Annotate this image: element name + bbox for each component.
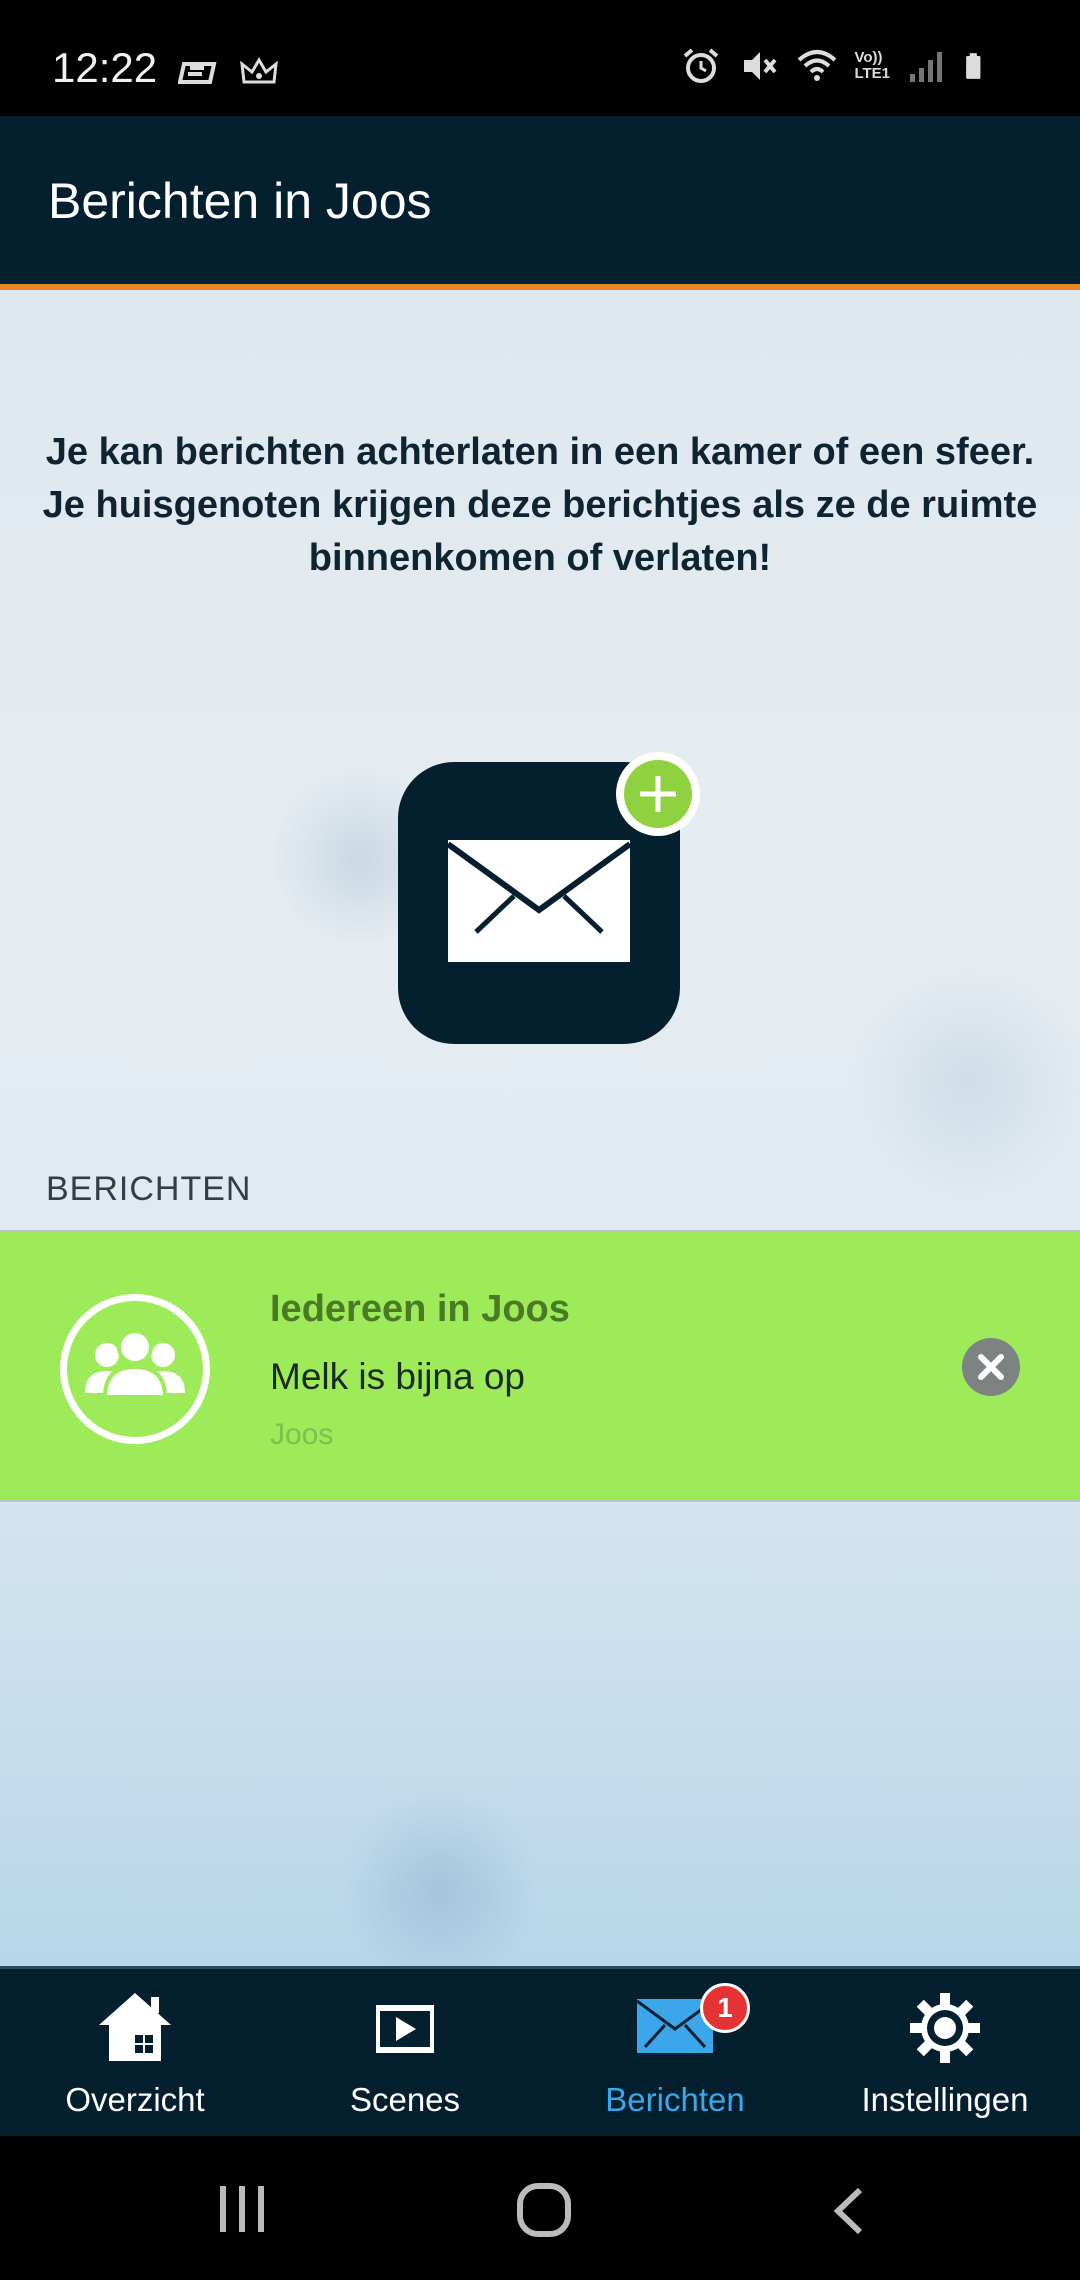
wifi-icon <box>798 50 837 81</box>
nav-item-scenes[interactable]: Scenes <box>270 1969 540 2139</box>
app-bar: Berichten in Joos <box>0 116 1080 284</box>
home-nav-icon[interactable] <box>516 2182 572 2238</box>
nav-item-overzicht[interactable]: Overzicht <box>0 1969 270 2139</box>
scenes-icon <box>370 2005 440 2053</box>
nav-label: Scenes <box>349 2081 461 2118</box>
envelope-icon <box>448 840 630 962</box>
nav-label: Overzicht <box>65 2081 205 2118</box>
recent-apps-icon[interactable] <box>214 2184 270 2234</box>
bottom-navigation: Overzicht Scenes Berichten 1 Instellinge… <box>0 1966 1080 2136</box>
unread-badge: 1 <box>700 1983 750 2033</box>
main-content: Je kan berichten achterlaten in een kame… <box>0 290 1080 1966</box>
mute-icon <box>744 52 777 80</box>
close-icon <box>978 1354 1004 1380</box>
game-icon <box>178 62 217 84</box>
message-room: Joos <box>270 1418 334 1451</box>
status-bar: 12:22 Vo)) LTE1 <box>0 0 1080 116</box>
intro-text: Je kan berichten achterlaten in een kame… <box>42 431 1038 579</box>
gear-icon <box>910 1993 980 2063</box>
back-icon[interactable] <box>828 2186 868 2236</box>
crown-icon <box>240 57 278 84</box>
nav-item-berichten[interactable]: Berichten <box>540 1969 810 2139</box>
message-list-item[interactable]: Iedereen in Joos Melk is bijna op Joos <box>0 1230 1080 1502</box>
alarm-icon <box>684 48 719 83</box>
message-recipient: Iedereen in Joos <box>270 1288 570 1330</box>
status-time: 12:22 <box>52 44 158 91</box>
nav-label: Instellingen <box>861 2081 1029 2118</box>
volte-icon: Vo)) LTE1 <box>854 49 890 82</box>
system-navigation-bar <box>0 2136 1080 2280</box>
signal-icon <box>910 52 942 82</box>
delete-message-button[interactable] <box>962 1338 1020 1396</box>
page-title: Berichten in Joos <box>48 173 432 229</box>
battery-icon <box>966 53 981 79</box>
add-icon[interactable] <box>616 752 700 836</box>
section-label: BERICHTEN <box>46 1170 252 1208</box>
message-body: Melk is bijna op <box>270 1356 526 1397</box>
group-avatar-icon <box>60 1294 210 1444</box>
nav-item-instellingen[interactable]: Instellingen <box>810 1969 1080 2139</box>
nav-label: Berichten <box>605 2081 745 2118</box>
home-icon <box>99 1993 171 2061</box>
